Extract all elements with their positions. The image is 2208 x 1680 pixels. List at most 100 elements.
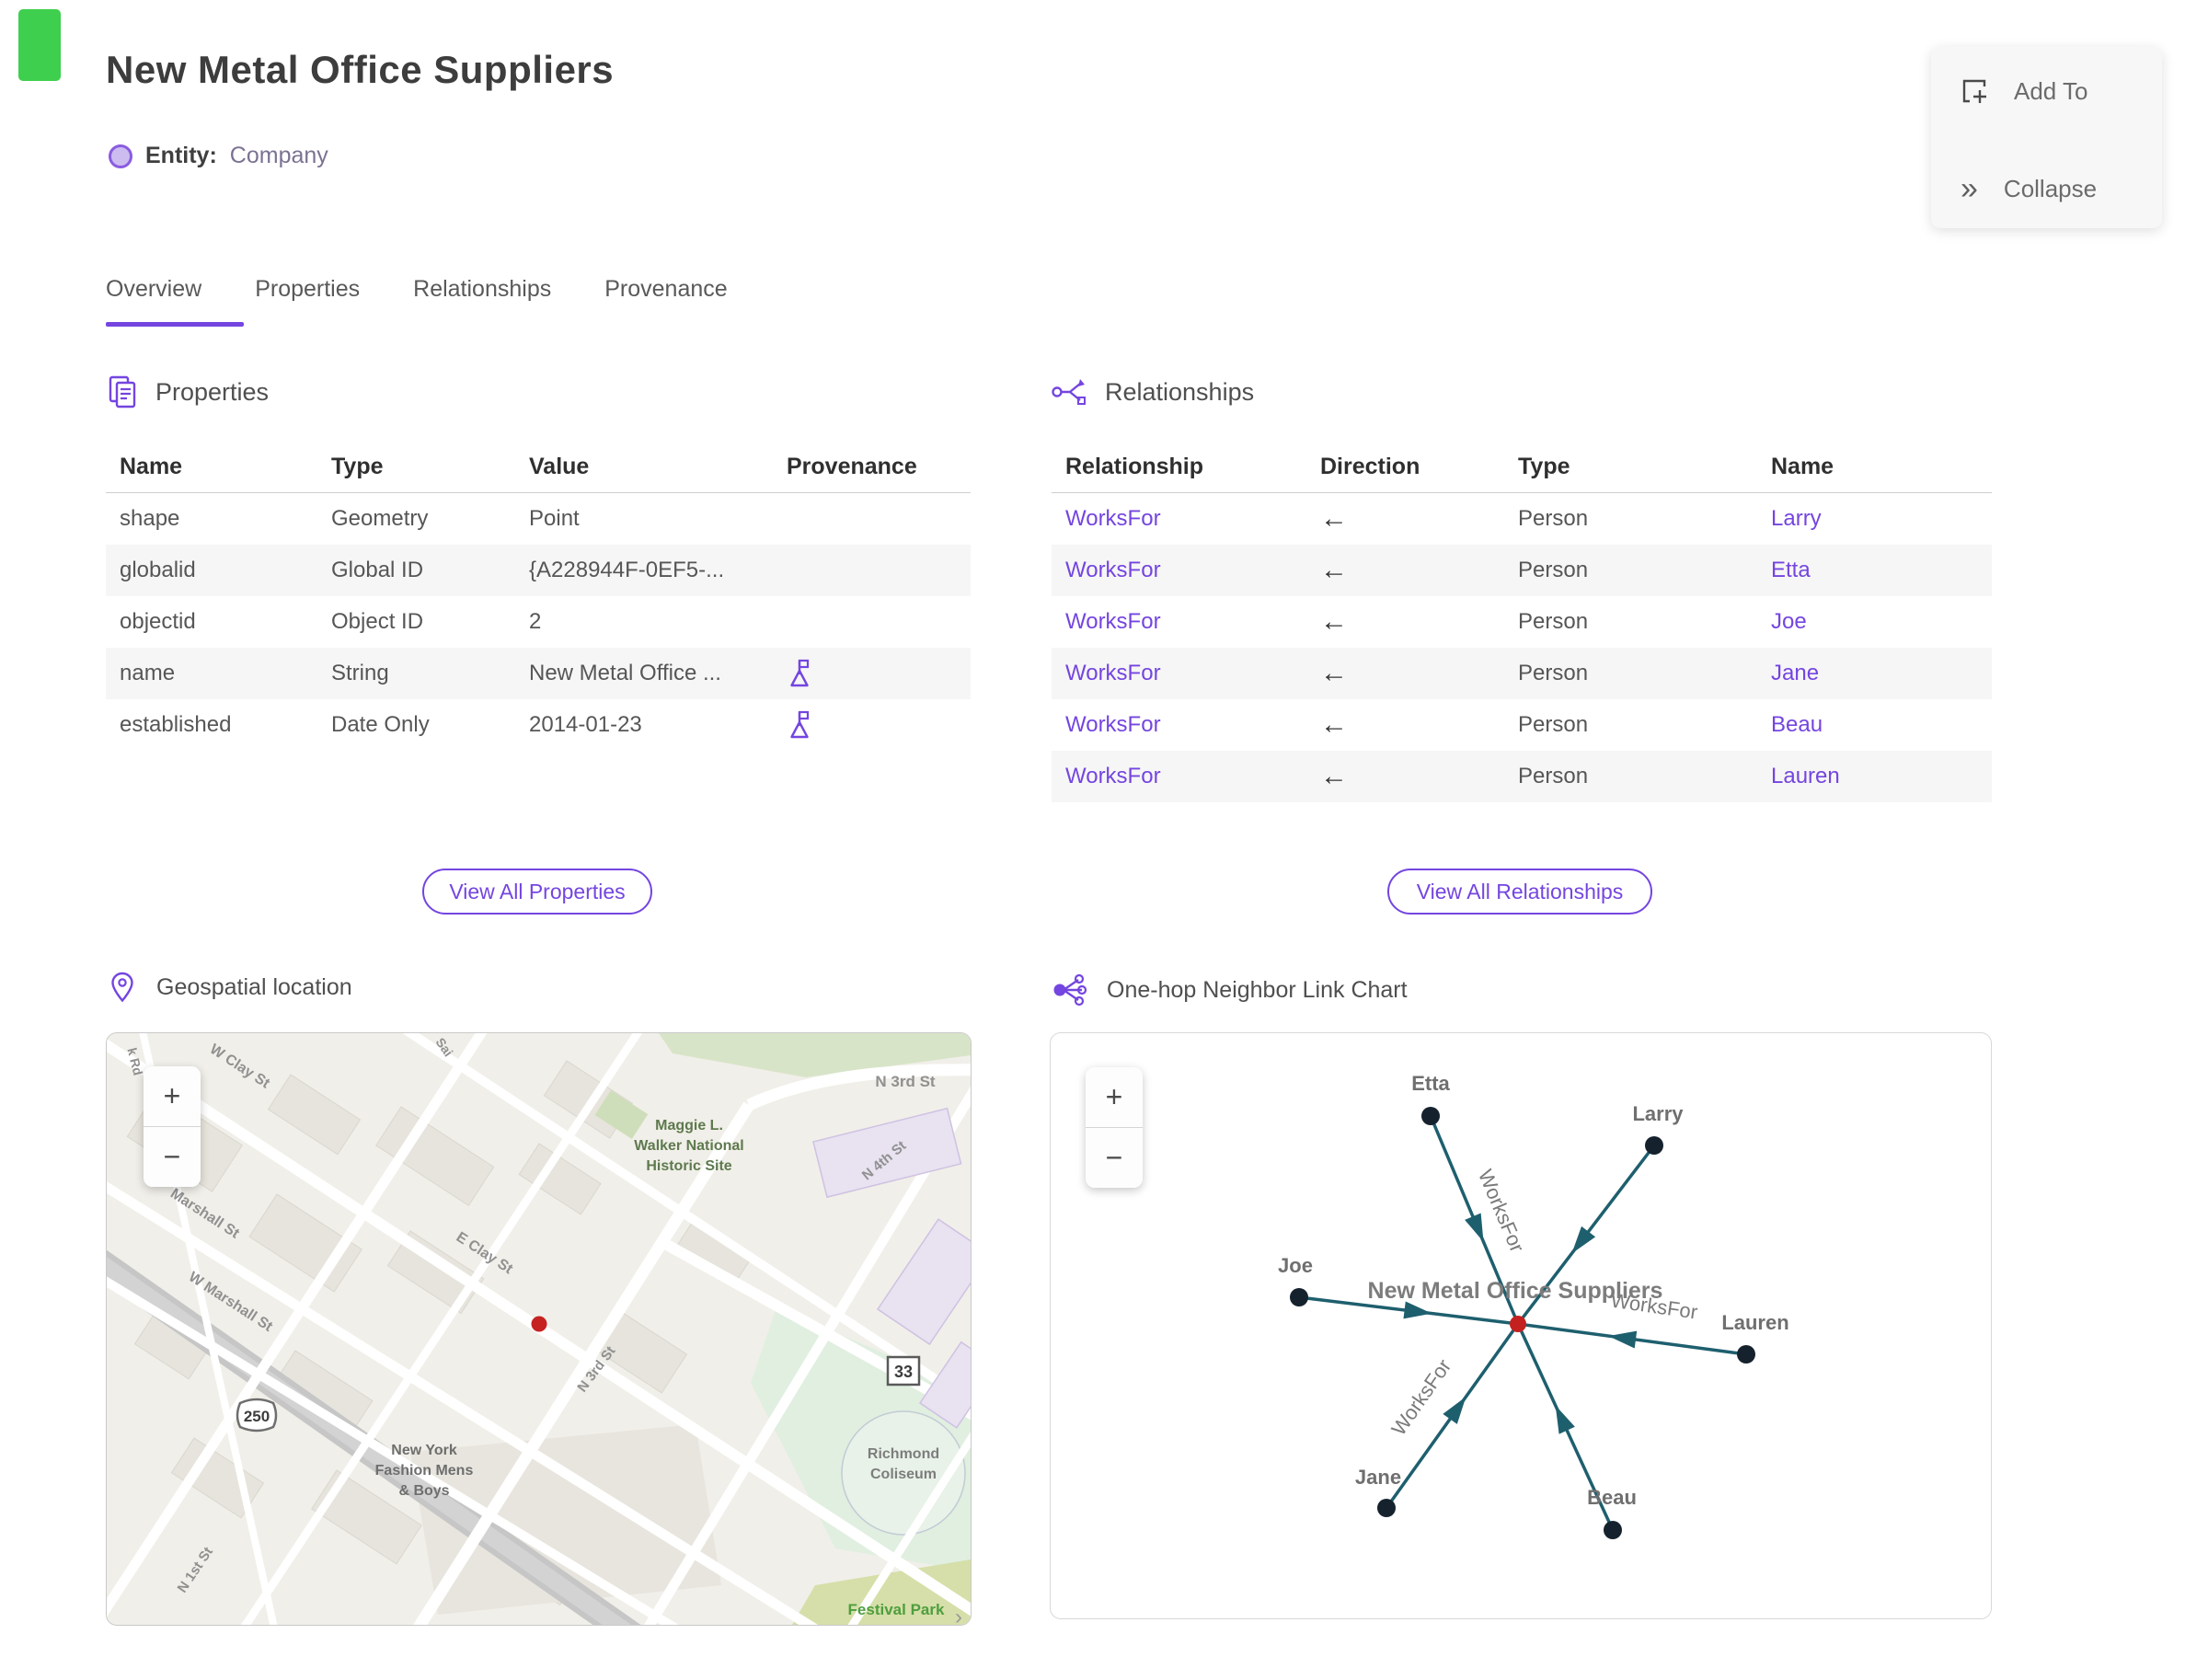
view-all-relationships-button[interactable]: View All Relationships [1387, 869, 1652, 915]
relationship-type-link[interactable]: WorksFor [1052, 506, 1306, 532]
col-provenance: Provenance [787, 454, 917, 479]
map-location-marker [531, 1316, 547, 1332]
edge-arrowhead [1608, 1330, 1638, 1349]
edge-arrowhead [1555, 1405, 1575, 1434]
property-value: 2 [529, 609, 542, 634]
person-node-label: Beau [1587, 1486, 1637, 1509]
relationship-direction: ← [1320, 503, 1348, 534]
col-rel-type: Type [1518, 454, 1570, 479]
properties-section-title: Properties [155, 377, 270, 406]
view-all-properties-button[interactable]: View All Properties [422, 869, 652, 915]
map-zoom-in-button[interactable]: + [144, 1066, 201, 1127]
green-indicator [18, 9, 61, 81]
tab-overview[interactable]: Overview [106, 276, 201, 303]
add-to-button[interactable]: Add To [1961, 68, 2087, 114]
map-label: N 3rd St [875, 1073, 936, 1090]
collapse-label: Collapse [2003, 174, 2098, 202]
geospatial-section-title: Geospatial location [156, 973, 352, 1000]
property-name: objectid [120, 609, 196, 634]
chart-zoom-in-button[interactable]: + [1086, 1067, 1143, 1128]
center-entity-node[interactable] [1510, 1316, 1526, 1332]
relationship-name-link[interactable]: Lauren [1757, 764, 1992, 789]
property-row: objectid Object ID 2 [106, 596, 971, 648]
property-value: {A228944F-0EF5-... [529, 558, 725, 582]
relationship-type-link[interactable]: WorksFor [1052, 558, 1306, 583]
relationship-type-link[interactable]: WorksFor [1052, 609, 1306, 635]
relationship-entity-type: Person [1518, 506, 1589, 531]
person-node[interactable] [1604, 1521, 1622, 1539]
relationships-section-header: Relationships [1052, 377, 1254, 407]
map-label: Festival Park [848, 1601, 945, 1618]
collapse-button[interactable]: » Collapse [1961, 166, 2097, 212]
map-pin-icon [111, 972, 133, 1003]
relationship-type-link[interactable]: WorksFor [1052, 764, 1306, 789]
relationship-entity-type: Person [1518, 712, 1589, 737]
property-type: Geometry [331, 506, 429, 531]
geospatial-map[interactable]: W Clay St E Clay St Marshall St W Marshall … [106, 1032, 972, 1626]
property-name: established [120, 712, 232, 737]
svg-text:250: 250 [244, 1408, 270, 1425]
person-node[interactable] [1290, 1288, 1308, 1306]
person-node-label: Jane [1355, 1466, 1401, 1489]
collapse-icon: » [1961, 171, 1978, 206]
tab-provenance[interactable]: Provenance [604, 276, 727, 303]
relationship-row: WorksFor ← Person Beau [1052, 699, 1992, 751]
relationship-direction: ← [1320, 761, 1348, 791]
provenance-flag-icon[interactable] [787, 658, 812, 689]
relationship-name-link[interactable]: Jane [1757, 661, 1992, 686]
edge-arrowhead [1571, 1225, 1596, 1254]
map-canvas: W Clay StE Clay StMarshall StW Marshall … [107, 1033, 971, 1625]
col-relationship: Relationship [1065, 454, 1204, 479]
property-value: New Metal Office ... [529, 661, 721, 685]
add-to-label: Add To [2014, 76, 2088, 105]
person-node-label: Larry [1632, 1102, 1684, 1125]
geospatial-section-header: Geospatial location [110, 972, 352, 1003]
col-type: Type [331, 454, 384, 479]
person-node[interactable] [1377, 1499, 1396, 1517]
property-provenance [773, 658, 971, 689]
relationships-table-header: Relationship Direction Type Name [1052, 442, 1992, 493]
tab-relationships[interactable]: Relationships [413, 276, 551, 303]
person-node[interactable] [1421, 1107, 1440, 1125]
properties-rows: shape Geometry Point globalid Global ID {A228… [106, 493, 971, 751]
relationship-name-link[interactable]: Beau [1757, 712, 1992, 738]
relationship-name-link[interactable]: Larry [1757, 506, 1992, 532]
tab-properties[interactable]: Properties [255, 276, 360, 303]
entity-label: Entity: [145, 143, 217, 168]
chart-zoom-control: + − [1086, 1067, 1143, 1188]
route-shield-250: 250 [236, 1398, 278, 1433]
provenance-flag-icon[interactable] [787, 709, 812, 741]
map-zoom-out-button[interactable]: − [144, 1127, 201, 1187]
one-hop-link-chart[interactable]: WorksFor WorksFor WorksFor Etta Larry Joe Laur… [1050, 1032, 1992, 1619]
relationship-type-link[interactable]: WorksFor [1052, 661, 1306, 686]
relationship-direction: ← [1320, 555, 1348, 585]
map-attribution-chevron[interactable]: › [955, 1605, 962, 1625]
edge-arrowhead [1403, 1301, 1432, 1319]
relationships-table: Relationship Direction Type Name WorksFo… [1052, 442, 1992, 802]
chart-zoom-out-button[interactable]: − [1086, 1128, 1143, 1188]
property-name: globalid [120, 558, 196, 582]
person-node-label: Lauren [1721, 1311, 1788, 1334]
relationship-row: WorksFor ← Person Lauren [1052, 751, 1992, 802]
linkchart-section-header: One-hop Neighbor Link Chart [1052, 973, 1408, 1007]
entity-type-row: Entity: Company [109, 143, 328, 169]
tab-bar: Overview Properties Relationships Proven… [106, 276, 728, 303]
col-name: Name [120, 454, 183, 479]
relationship-row: WorksFor ← Person Joe [1052, 596, 1992, 648]
svg-text:33: 33 [894, 1363, 913, 1381]
person-node[interactable] [1645, 1136, 1663, 1155]
route-shield-33: 33 [886, 1355, 921, 1387]
property-value: 2014-01-23 [529, 712, 642, 737]
relationship-name-link[interactable]: Etta [1757, 558, 1992, 583]
map-zoom-control: + − [144, 1066, 201, 1187]
relationship-entity-type: Person [1518, 558, 1589, 582]
relationship-name-link[interactable]: Joe [1757, 609, 1992, 635]
property-type: String [331, 661, 389, 685]
relationships-rows: WorksFor ← Person Larry WorksFor ← Person Etta W… [1052, 493, 1992, 802]
relationship-direction: ← [1320, 658, 1348, 688]
person-node[interactable] [1737, 1345, 1755, 1364]
property-value: Point [529, 506, 580, 531]
edge-arrowhead [1465, 1213, 1484, 1242]
relationship-entity-type: Person [1518, 609, 1589, 634]
relationship-type-link[interactable]: WorksFor [1052, 712, 1306, 738]
